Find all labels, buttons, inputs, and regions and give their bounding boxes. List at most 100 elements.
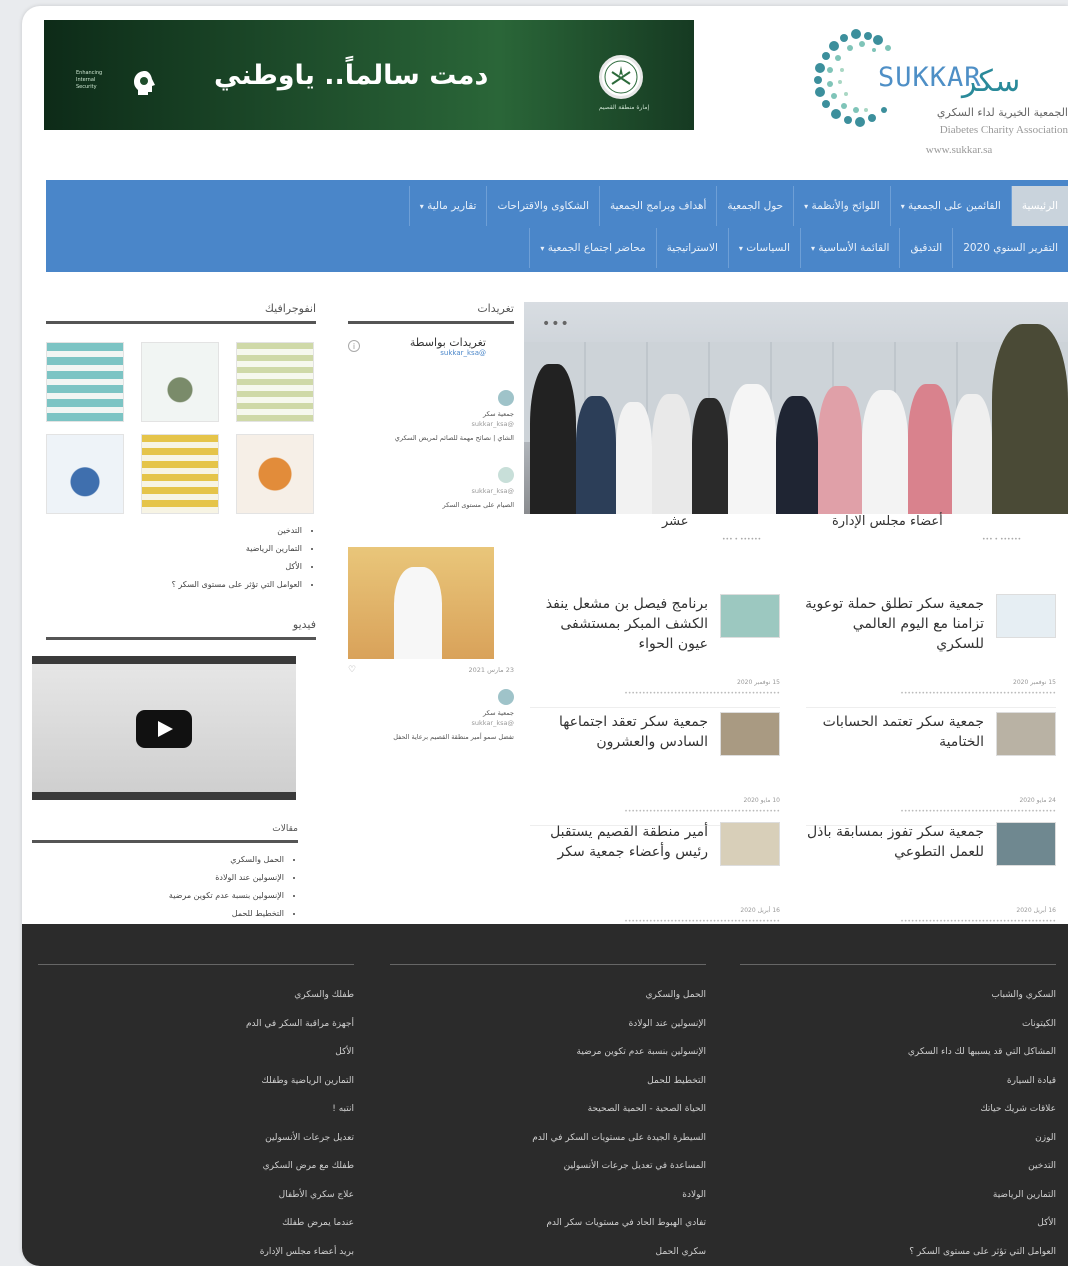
list-item[interactable]: الأكل [46,558,302,576]
footer-link[interactable]: سكري الحمل [390,1238,706,1266]
nav-item-policies[interactable]: السياسات ▾ [727,228,800,268]
tweet-text: الصيام على مستوى السكر [442,501,514,509]
footer-link[interactable]: بريد أعضاء مجلس الإدارة [38,1238,354,1266]
tweet-actions[interactable]: 23 مارس 2021 ♡ [348,665,514,675]
nav-row-2: التقرير السنوي 2020 التدقيق القائمة الأس… [529,228,1068,268]
tweet-card[interactable]: @sukkar_ksa الصيام على مستوى السكر [348,467,514,537]
nav-item-financial-reports[interactable]: تقارير مالية ▾ [408,186,487,226]
news-item[interactable]: جمعية سكر تطلق حملة توعوية تزامنا مع الي… [804,594,1056,708]
footer-link[interactable]: السكري والشباب [740,981,1056,1010]
footer-link[interactable]: الكيتونات [740,1010,1056,1039]
infographic-thumb[interactable] [236,434,314,514]
infographic-thumb[interactable] [141,342,219,422]
footer-link[interactable]: علاج سكري الأطفال [38,1181,354,1210]
tweets-head-handle[interactable]: @sukkar_ksa [348,349,514,357]
news-excerpt: ••••••••••••••••••••••••••••••••••••••••… [900,690,1056,697]
hero-caption-left[interactable]: عشر [662,514,689,529]
nav-item-audit[interactable]: التدقيق [899,228,952,268]
list-item[interactable]: الإنسولين بنسبة عدم تكوين مرضية [32,887,284,905]
infographic-thumb[interactable] [141,434,219,514]
footer-link[interactable]: المشاكل التي قد يسببها لك داء السكري [740,1038,1056,1067]
news-thumbnail[interactable] [996,594,1056,638]
play-button-icon[interactable] [136,710,192,748]
divider [390,964,706,965]
nav-item-strategy[interactable]: الاستراتيجية [655,228,728,268]
footer-link[interactable]: الوزن [740,1124,1056,1153]
news-thumbnail[interactable] [996,712,1056,756]
infographic-thumb[interactable] [236,342,314,422]
nav-item-regulations[interactable]: اللوائح والأنظمة ▾ [793,186,890,226]
list-item[interactable]: التدخين [46,522,302,540]
site-logo[interactable]: SUKKAR سكر الجمعية الخيرية لداء السكري D… [802,20,1068,160]
footer-link[interactable]: المساعدة في تعديل جرعات الأنسولين [390,1152,706,1181]
news-item[interactable]: جمعية سكر تعتمد الحسابات الختامية 24 ماي… [804,712,1056,826]
nav-item-minutes[interactable]: محاضر اجتماع الجمعية ▾ [529,228,655,268]
footer-link[interactable]: الأكل [740,1209,1056,1238]
nav-item-about[interactable]: حول الجمعية [716,186,793,226]
nav-item-goals[interactable]: أهداف وبرامج الجمعية [599,186,716,226]
footer-link[interactable]: التمارين الرياضية [740,1181,1056,1210]
nav-item-home[interactable]: الرئيسية [1010,186,1068,226]
nav-item-complaints[interactable]: الشكاوى والاقتراحات [486,186,599,226]
nav-item-annual-report[interactable]: التقرير السنوي 2020 [952,228,1068,268]
news-thumbnail[interactable] [996,822,1056,866]
footer-link[interactable]: قيادة السيارة [740,1067,1056,1096]
divider [740,964,1056,965]
hero-caption-right[interactable]: أعضاء مجلس الإدارة [832,514,943,529]
footer-link[interactable]: أجهزة مراقبة السكر في الدم [38,1010,354,1039]
footer-link[interactable]: التمارين الرياضية وطفلك [38,1067,354,1096]
video-player[interactable] [32,656,296,800]
footer-link[interactable]: العوامل التي تؤثر على مستوى السكر ؟ [740,1238,1056,1266]
site-footer: السكري والشباب الكيتونات المشاكل التي قد… [22,924,1068,1266]
tweet-card[interactable]: جمعية سكر @sukkar_ksa الشاي | نصائح مهمة… [348,390,514,443]
footer-link[interactable]: طفلك والسكري [38,981,354,1010]
like-icon[interactable]: ♡ [348,665,356,675]
footer-link[interactable]: تفادي الهبوط الحاد في مستويات سكر الدم [390,1209,706,1238]
news-item[interactable]: جمعية سكر تفوز بمسابقة باذل للعمل التطوع… [806,822,1056,932]
tweet-card[interactable]: جمعية سكر @sukkar_ksa تفضل سمو أمير منطق… [348,689,514,742]
news-thumbnail[interactable] [720,822,780,866]
news-title[interactable]: أمير منطقة القصيم يستقبل رئيس وأعضاء جمع… [528,822,708,862]
infographic-thumb[interactable] [46,434,124,514]
nav-item-basic-list[interactable]: القائمة الأساسية ▾ [799,228,899,268]
footer-link[interactable]: علاقات شريك حياتك [740,1095,1056,1124]
news-title[interactable]: جمعية سكر تعقد اجتماعها السادس والعشرون [528,712,708,752]
footer-link[interactable]: عندما يمرض طفلك [38,1209,354,1238]
news-title[interactable]: جمعية سكر تفوز بمسابقة باذل للعمل التطوع… [804,822,984,862]
nav-item-staff[interactable]: القائمين على الجمعية ▾ [889,186,1011,226]
footer-link[interactable]: الولادة [390,1181,706,1210]
footer-link[interactable]: طفلك مع مرض السكري [38,1152,354,1181]
news-title[interactable]: برنامج فيصل بن مشعل ينفذ الكشف المبكر بم… [528,594,708,654]
footer-link[interactable]: التدخين [740,1152,1056,1181]
footer-link[interactable]: الإنسولين بنسبة عدم تكوين مرضية [390,1038,706,1067]
info-icon[interactable]: i [348,340,360,352]
news-thumbnail[interactable] [720,712,780,756]
hero-slider[interactable]: ••• [524,302,1068,514]
footer-link[interactable]: الأكل [38,1038,354,1067]
news-title[interactable]: جمعية سكر تعتمد الحسابات الختامية [804,712,984,752]
head-gear-icon [134,71,155,95]
news-thumbnail[interactable] [720,594,780,638]
slider-dots[interactable]: ••• [542,316,570,332]
footer-link[interactable]: انتبه ! [38,1095,354,1124]
list-item[interactable]: التمارين الرياضية [46,540,302,558]
footer-link[interactable]: الحياة الصحية - الحمية الصحيحة [390,1095,706,1124]
list-item[interactable]: الحمل والسكري [32,851,284,869]
divider [806,707,1056,708]
news-title[interactable]: جمعية سكر تطلق حملة توعوية تزامنا مع الي… [804,594,984,654]
list-item[interactable]: الإنسولين عند الولادة [32,869,284,887]
news-item[interactable]: أمير منطقة القصيم يستقبل رئيس وأعضاء جمع… [530,822,780,932]
footer-link[interactable]: السيطرة الجيدة على مستويات السكر في الدم [390,1124,706,1153]
footer-link[interactable]: الإنسولين عند الولادة [390,1010,706,1039]
footer-link[interactable]: تعديل جرعات الأنسولين [38,1124,354,1153]
tweets-title: تغريدات [348,302,514,324]
tweet-photo[interactable] [348,547,494,659]
news-item[interactable]: برنامج فيصل بن مشعل ينفذ الكشف المبكر بم… [528,594,780,708]
news-item[interactable]: جمعية سكر تعقد اجتماعها السادس والعشرون … [528,712,780,826]
footer-link[interactable]: التخطيط للحمل [390,1067,706,1096]
footer-link[interactable]: الحمل والسكري [390,981,706,1010]
list-item[interactable]: العوامل التي تؤثر على مستوى السكر ؟ [46,576,302,594]
infographic-thumb[interactable] [46,342,124,422]
list-item[interactable]: التخطيط للحمل [32,905,284,923]
header-banner[interactable]: Enhancing Internal Security دمت سالماً..… [44,20,694,130]
